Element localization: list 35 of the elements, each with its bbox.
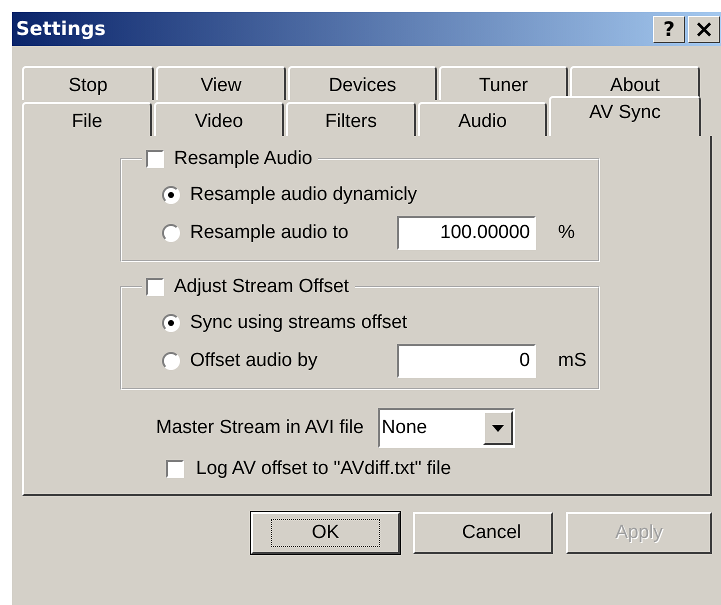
radio-button[interactable] xyxy=(162,352,180,370)
checkbox-label: Log AV offset to "AVdiff.txt" file xyxy=(196,458,452,480)
radio-button[interactable] xyxy=(162,186,180,204)
window-title: Settings xyxy=(16,18,106,40)
unit-label: % xyxy=(558,222,576,244)
dialog-button[interactable]: OK xyxy=(251,512,400,554)
dialog-button[interactable]: Cancel xyxy=(413,512,553,554)
tab[interactable]: File xyxy=(22,102,152,136)
radio-label: Offset audio by xyxy=(190,350,318,372)
checkbox[interactable] xyxy=(166,460,184,478)
help-button[interactable]: ? xyxy=(653,16,685,42)
input-field[interactable]: 100.00000 xyxy=(397,216,536,250)
radio-label: Resample audio dynamicly xyxy=(190,184,418,206)
unit-label: mS xyxy=(558,350,588,372)
tab[interactable]: Devices xyxy=(288,66,437,100)
tab[interactable]: Tuner xyxy=(439,66,568,100)
tab[interactable]: Stop xyxy=(22,66,154,100)
checkbox[interactable] xyxy=(146,278,164,296)
input-field[interactable]: 0 xyxy=(397,344,536,378)
close-button[interactable]: × xyxy=(688,16,720,42)
tab[interactable]: AV Sync xyxy=(549,96,701,136)
group-label: Resample Audio xyxy=(174,148,312,170)
tab[interactable]: View xyxy=(156,66,286,100)
radio-label: Sync using streams offset xyxy=(190,312,408,334)
radio-button[interactable] xyxy=(162,224,180,242)
tab[interactable]: Filters xyxy=(286,102,416,136)
checkbox[interactable] xyxy=(146,150,164,168)
field-label: Master Stream in AVI file xyxy=(156,417,364,439)
group-label: Adjust Stream Offset xyxy=(174,276,349,298)
dropdown[interactable]: None xyxy=(378,408,515,448)
radio-label: Resample audio to xyxy=(190,222,348,244)
caret-icon xyxy=(492,424,504,432)
radio-button[interactable] xyxy=(162,314,180,332)
tab[interactable]: Video xyxy=(154,102,284,136)
tab[interactable]: Audio xyxy=(418,102,547,136)
